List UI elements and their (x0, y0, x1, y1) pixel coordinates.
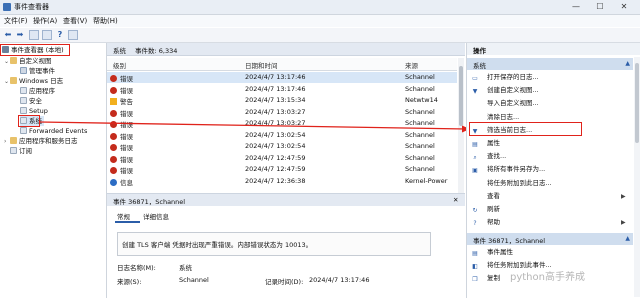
save-icon: ▣ (472, 167, 478, 175)
action-label: 将任务附加到此日志... (487, 178, 552, 187)
action-item[interactable]: ▣ 将所有事件另存为... (471, 164, 545, 175)
submenu-arrow-icon: ▶ (621, 192, 626, 200)
actions-title: 操作 (473, 47, 486, 55)
action-item[interactable]: ❐ 复制 (471, 273, 500, 284)
annotation-box-filter (469, 122, 582, 136)
action-item[interactable]: 将任务附加到此日志... (471, 178, 552, 189)
action-label: 查找... (487, 152, 507, 161)
collapse-up-icon[interactable]: ▲ (625, 60, 630, 67)
task-icon: ◧ (472, 263, 478, 270)
help-icon: ? (473, 220, 477, 228)
action-item[interactable]: 清除日志... (471, 112, 519, 123)
refresh-icon: ↻ (472, 207, 478, 214)
blank-icon (471, 112, 479, 120)
actions-section-event[interactable]: 事件 36871，Schannel ▲ (467, 233, 633, 245)
action-label: 刷新 (487, 205, 500, 213)
actions-pane: 操作 系统 ▲ ▭ 打开保存的日志... ▼ 创建自定义视图... 导入自定义视图...… (466, 43, 640, 298)
action-label: 事件属性 (487, 248, 513, 256)
collapse-up-icon[interactable]: ▲ (625, 235, 630, 242)
action-item[interactable]: 查看 ▶ (471, 191, 626, 202)
folder-icon: ▭ (472, 75, 478, 82)
action-label: 清除日志... (487, 112, 520, 121)
blank-icon (471, 178, 479, 186)
watermark: python高手养成 (510, 272, 585, 283)
action-label: 属性 (487, 139, 500, 147)
filter-create-icon: ▼ (472, 88, 478, 96)
actions-section-system[interactable]: 系统 ▲ (467, 58, 633, 70)
event-properties-icon: ▤ (472, 250, 478, 257)
action-label: 复制 (487, 274, 500, 282)
action-label: 导入自定义视图... (487, 99, 539, 108)
submenu-arrow-icon: ▶ (621, 219, 626, 227)
action-item[interactable]: 导入自定义视图... (471, 98, 539, 109)
actions-section-system-label: 系统 (473, 62, 486, 70)
action-item[interactable]: ▤ 属性 (471, 138, 500, 149)
copy-icon: ❐ (472, 276, 478, 283)
blank-icon (471, 191, 479, 199)
actions-scrollbar[interactable] (634, 57, 640, 297)
action-item[interactable]: ? 帮助 ▶ (471, 217, 625, 228)
action-label: 打开保存的日志... (487, 73, 539, 81)
actions-section-event-label: 事件 36871，Schannel (473, 237, 546, 245)
blank-icon (471, 98, 479, 106)
action-item[interactable]: ▼ 创建自定义视图... (471, 85, 539, 96)
actions-header: 操作 (467, 43, 640, 55)
action-item[interactable]: ⌕ 查找... (471, 151, 506, 162)
action-label: 创建自定义视图... (487, 86, 539, 95)
action-item[interactable]: ▭ 打开保存的日志... (471, 72, 539, 83)
action-item[interactable]: ▤ 事件属性 (471, 247, 513, 258)
action-label: 将所有事件另存为... (487, 165, 546, 174)
find-icon: ⌕ (473, 154, 477, 162)
action-item[interactable]: ↻ 刷新 (471, 204, 500, 215)
action-label: 查看 (487, 191, 500, 200)
properties-icon: ▤ (472, 141, 478, 148)
action-label: 帮助 (487, 218, 500, 227)
scrollbar-thumb[interactable] (635, 63, 639, 143)
